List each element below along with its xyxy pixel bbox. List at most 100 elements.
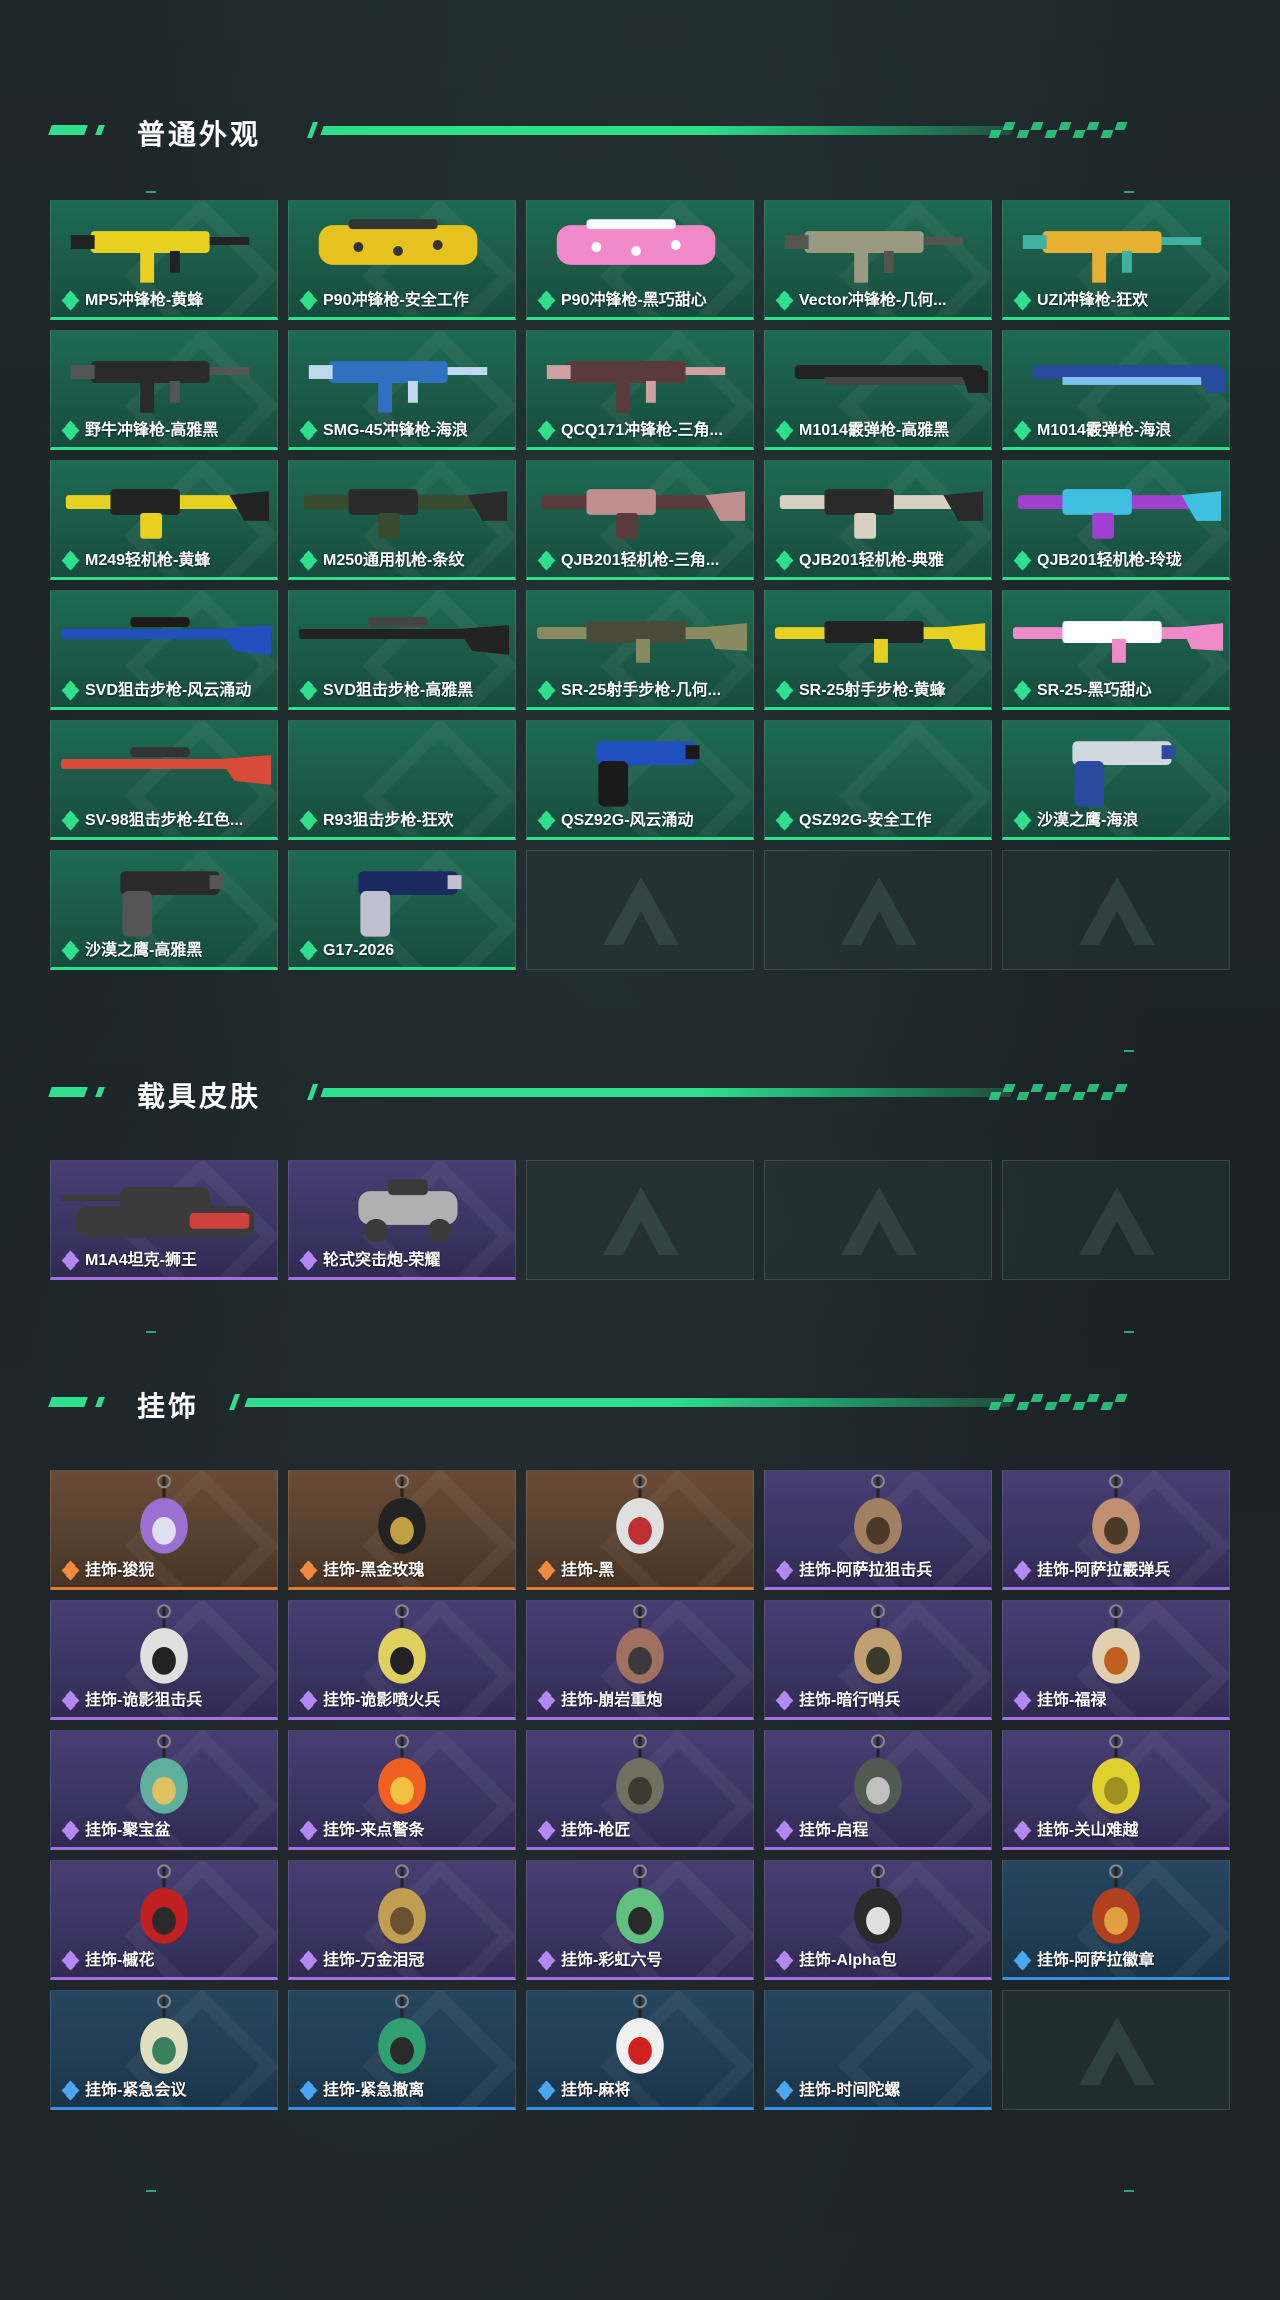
- rarity-icon: [61, 2080, 80, 2101]
- item-card[interactable]: 挂饰-Alpha包: [764, 1860, 992, 1980]
- item-card[interactable]: M1014霰弹枪-海浪: [1002, 330, 1230, 450]
- item-name: M1A4坦克-狮王: [85, 1252, 198, 1269]
- item-card[interactable]: 挂饰-紧急撤离: [288, 1990, 516, 2110]
- item-card[interactable]: MP5冲锋枪-黄蜂: [50, 200, 278, 320]
- rarity-icon: [61, 1560, 80, 1581]
- item-card[interactable]: Vector冲锋枪-几何...: [764, 200, 992, 320]
- item-name: 野牛冲锋枪-高雅黑: [85, 422, 219, 439]
- header-line: [320, 126, 1014, 135]
- item-card[interactable]: 挂饰-启程: [764, 1730, 992, 1850]
- placeholder-logo-icon: [841, 1187, 917, 1255]
- empty-slot: [1002, 1160, 1230, 1280]
- item-card[interactable]: SV-98狙击步枪-红色...: [50, 720, 278, 840]
- item-card[interactable]: SR-25射手步枪-黄蜂: [764, 590, 992, 710]
- charm-icon: [140, 1474, 188, 1554]
- rarity-icon: [61, 810, 80, 831]
- item-card[interactable]: 挂饰-聚宝盆: [50, 1730, 278, 1850]
- item-card[interactable]: 挂饰-来点警条: [288, 1730, 516, 1850]
- item-card[interactable]: 沙漠之鹰-高雅黑: [50, 850, 278, 970]
- item-card[interactable]: 挂饰-万金泪冠: [288, 1860, 516, 1980]
- rarity-icon: [61, 1250, 80, 1271]
- sniper-icon: [298, 617, 510, 655]
- rarity-icon: [775, 550, 794, 571]
- section-title: 载具皮肤: [137, 1081, 262, 1112]
- item-card[interactable]: UZI冲锋枪-狂欢: [1002, 200, 1230, 320]
- rarity-icon: [299, 1560, 318, 1581]
- item-card[interactable]: 挂饰-时间陀螺: [764, 1990, 992, 2110]
- item-card[interactable]: G17-2026: [288, 850, 516, 970]
- item-card[interactable]: QJB201轻机枪-三角...: [526, 460, 754, 580]
- charm-icon: [854, 1864, 902, 1944]
- item-card[interactable]: 挂饰-枪匠: [526, 1730, 754, 1850]
- item-card[interactable]: 挂饰-福禄: [1002, 1600, 1230, 1720]
- item-name: 挂饰-聚宝盆: [85, 1822, 171, 1839]
- item-card[interactable]: 挂饰-诡影喷火兵: [288, 1600, 516, 1720]
- item-card[interactable]: SVD狙击步枪-风云涌动: [50, 590, 278, 710]
- lmg-icon: [1017, 489, 1222, 539]
- item-name: SV-98狙击步枪-红色...: [85, 812, 244, 829]
- item-card[interactable]: M1014霰弹枪-高雅黑: [764, 330, 992, 450]
- item-card[interactable]: M1A4坦克-狮王: [50, 1160, 278, 1280]
- item-card[interactable]: SMG-45冲锋枪-海浪: [288, 330, 516, 450]
- item-card[interactable]: P90冲锋枪-安全工作: [288, 200, 516, 320]
- item-card[interactable]: QSZ92G-风云涌动: [526, 720, 754, 840]
- item-card[interactable]: 沙漠之鹰-海浪: [1002, 720, 1230, 840]
- rarity-icon: [537, 810, 556, 831]
- item-card[interactable]: QCQ171冲锋枪-三角...: [526, 330, 754, 450]
- item-card[interactable]: 野牛冲锋枪-高雅黑: [50, 330, 278, 450]
- item-card[interactable]: 挂饰-彩虹六号: [526, 1860, 754, 1980]
- item-card[interactable]: 挂饰-槭花: [50, 1860, 278, 1980]
- item-card[interactable]: R93狙击步枪-狂欢: [288, 720, 516, 840]
- item-card[interactable]: 挂饰-麻将: [526, 1990, 754, 2110]
- item-name: 挂饰-暗行哨兵: [799, 1692, 901, 1709]
- rarity-icon: [61, 1820, 80, 1841]
- header-line: [244, 1398, 1014, 1407]
- item-card[interactable]: 挂饰-紧急会议: [50, 1990, 278, 2110]
- item-card[interactable]: 挂饰-阿萨拉狙击兵: [764, 1470, 992, 1590]
- item-card[interactable]: 挂饰-崩岩重炮: [526, 1600, 754, 1720]
- rarity-icon: [775, 420, 794, 441]
- item-name: M1014霰弹枪-海浪: [1037, 422, 1172, 439]
- rarity-icon: [61, 1690, 80, 1711]
- item-card[interactable]: 挂饰-阿萨拉霰弹兵: [1002, 1470, 1230, 1590]
- item-card[interactable]: 轮式突击炮-荣耀: [288, 1160, 516, 1280]
- item-card[interactable]: QJB201轻机枪-典雅: [764, 460, 992, 580]
- item-name: SVD狙击步枪-高雅黑: [323, 682, 474, 699]
- item-card[interactable]: 挂饰-阿萨拉徽章: [1002, 1860, 1230, 1980]
- rarity-icon: [537, 680, 556, 701]
- rarity-icon: [1013, 550, 1032, 571]
- item-card[interactable]: 挂饰-诡影狙击兵: [50, 1600, 278, 1720]
- charm-icon: [1092, 1604, 1140, 1684]
- charm-icon: [140, 1864, 188, 1944]
- rarity-icon: [775, 810, 794, 831]
- item-card[interactable]: SVD狙击步枪-高雅黑: [288, 590, 516, 710]
- item-card[interactable]: P90冲锋枪-黑巧甜心: [526, 200, 754, 320]
- rarity-icon: [1013, 1560, 1032, 1581]
- item-card[interactable]: SR-25射手步枪-几何...: [526, 590, 754, 710]
- item-name: 挂饰-黑金玫瑰: [323, 1562, 425, 1579]
- item-card[interactable]: 挂饰-暗行哨兵: [764, 1600, 992, 1720]
- charm-icon: [854, 1734, 902, 1814]
- item-card[interactable]: QJB201轻机枪-玲珑: [1002, 460, 1230, 580]
- header-line: [320, 1088, 1014, 1097]
- item-card[interactable]: QSZ92G-安全工作: [764, 720, 992, 840]
- armored-car-icon: [358, 1179, 458, 1243]
- pistol-icon: [120, 871, 224, 937]
- rarity-icon: [775, 2080, 794, 2101]
- item-name: P90冲锋枪-安全工作: [323, 292, 469, 309]
- item-name: 挂饰-启程: [799, 1822, 869, 1839]
- vehicles-grid: M1A4坦克-狮王 轮式突击炮-荣耀: [50, 1160, 1230, 1280]
- item-card[interactable]: M249轻机枪-黄蜂: [50, 460, 278, 580]
- header-accent-bar: [48, 1397, 88, 1407]
- item-card[interactable]: 挂饰-关山难越: [1002, 1730, 1230, 1850]
- item-card[interactable]: 挂饰-黑: [526, 1470, 754, 1590]
- item-name: 挂饰-万金泪冠: [323, 1952, 425, 1969]
- item-card[interactable]: SR-25-黑巧甜心: [1002, 590, 1230, 710]
- lmg-icon: [541, 489, 746, 539]
- item-card[interactable]: 挂饰-黑金玫瑰: [288, 1470, 516, 1590]
- rarity-icon: [1013, 1820, 1032, 1841]
- rarity-icon: [537, 1820, 556, 1841]
- item-card[interactable]: 挂饰-狻猊: [50, 1470, 278, 1590]
- section-header-charms: 挂饰: [0, 1380, 1280, 1422]
- item-card[interactable]: M250通用机枪-条纹: [288, 460, 516, 580]
